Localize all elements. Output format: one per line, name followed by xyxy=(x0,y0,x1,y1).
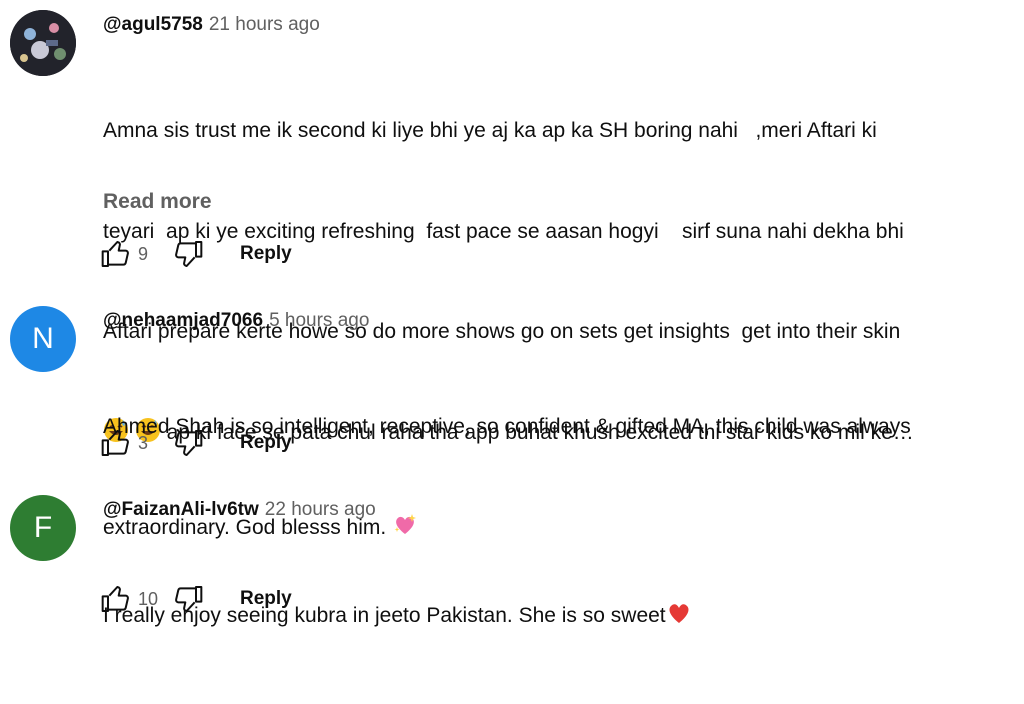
dislike-button[interactable] xyxy=(170,581,206,617)
thumbs-down-icon xyxy=(175,241,203,267)
thumbs-up-icon xyxy=(101,586,129,612)
avatar[interactable]: F xyxy=(10,495,76,561)
avatar[interactable]: N xyxy=(10,306,76,372)
avatar-letter: F xyxy=(33,511,53,544)
comment-actions: 10 Reply xyxy=(98,581,292,617)
comment-text: I really enjoy seeing kubra in jeeto Pak… xyxy=(103,532,1003,704)
author-handle[interactable]: @FaizanAli-lv6tw xyxy=(103,499,259,520)
timestamp[interactable]: 5 hours ago xyxy=(269,310,369,331)
thumbs-down-icon xyxy=(175,586,203,612)
thumbs-down-icon xyxy=(175,430,203,456)
avatar-letter: N xyxy=(32,322,54,355)
like-count: 3 xyxy=(138,432,149,453)
comment-header: @agul5758 21 hours ago xyxy=(103,14,320,36)
comment-header: @FaizanAli-lv6tw 22 hours ago xyxy=(103,499,376,521)
like-count: 10 xyxy=(138,588,159,609)
comment-line: Amna sis trust me ik second ki liye bhi … xyxy=(103,119,877,142)
comment-actions: 9 Reply xyxy=(98,236,292,272)
dislike-button[interactable] xyxy=(170,236,206,272)
reply-button[interactable]: Reply xyxy=(240,588,292,610)
thumbs-up-icon xyxy=(101,430,129,456)
read-more-button[interactable]: Read more xyxy=(103,190,212,214)
like-button[interactable] xyxy=(98,425,134,461)
avatar-photo-icon xyxy=(10,10,76,76)
thumbs-up-icon xyxy=(101,241,129,267)
reply-button[interactable]: Reply xyxy=(240,432,292,454)
comment-header: @nehaamjad7066 5 hours ago xyxy=(103,310,369,332)
like-count: 9 xyxy=(138,243,149,264)
like-button[interactable] xyxy=(98,581,134,617)
author-handle[interactable]: @agul5758 xyxy=(103,14,203,35)
avatar[interactable] xyxy=(10,10,76,76)
dislike-button[interactable] xyxy=(170,425,206,461)
timestamp[interactable]: 21 hours ago xyxy=(209,14,320,35)
timestamp[interactable]: 22 hours ago xyxy=(265,499,376,520)
like-button[interactable] xyxy=(98,236,134,272)
red-heart-emoji xyxy=(666,600,692,637)
reply-button[interactable]: Reply xyxy=(240,243,292,265)
author-handle[interactable]: @nehaamjad7066 xyxy=(103,310,263,331)
comment-actions: 3 Reply xyxy=(98,425,292,461)
